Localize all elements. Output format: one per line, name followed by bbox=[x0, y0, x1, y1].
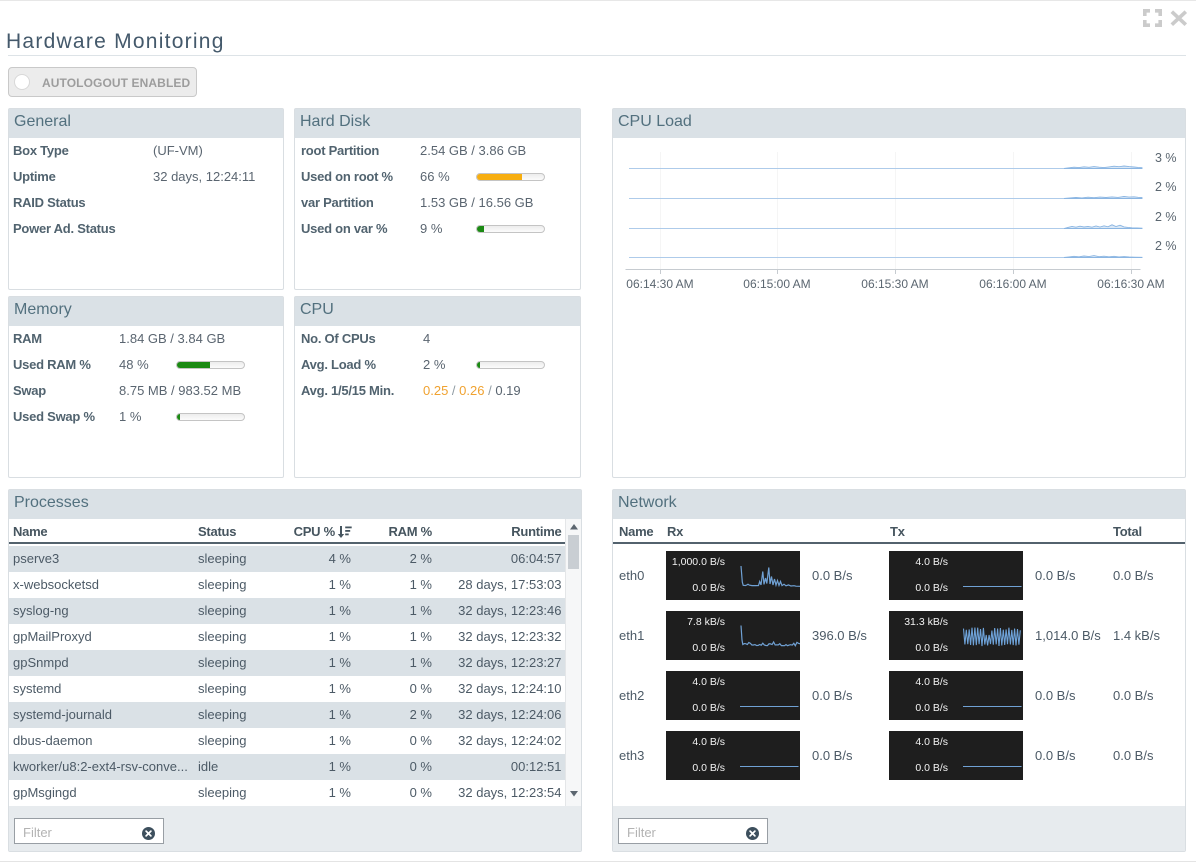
svg-text:06:16:00 AM: 06:16:00 AM bbox=[979, 277, 1046, 291]
svg-text:2 %: 2 % bbox=[1155, 239, 1177, 253]
svg-text:3 %: 3 % bbox=[1155, 151, 1177, 165]
svg-text:06:15:30 AM: 06:15:30 AM bbox=[861, 277, 928, 291]
svg-text:06:15:00 AM: 06:15:00 AM bbox=[743, 277, 810, 291]
svg-text:06:16:30 AM: 06:16:30 AM bbox=[1097, 277, 1164, 291]
svg-text:2 %: 2 % bbox=[1155, 180, 1177, 194]
svg-text:06:14:30 AM: 06:14:30 AM bbox=[626, 277, 693, 291]
svg-text:2 %: 2 % bbox=[1155, 210, 1177, 224]
